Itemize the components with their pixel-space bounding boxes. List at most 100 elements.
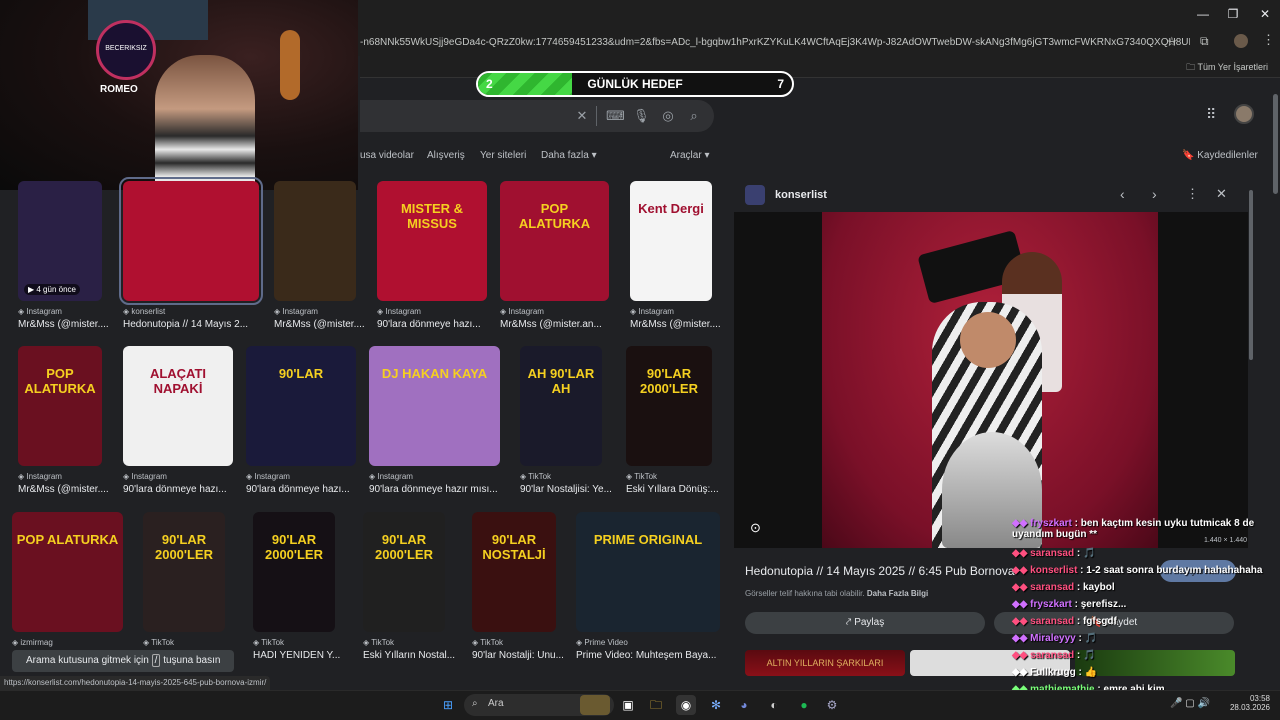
tooltip-text-pre: Arama kutusuna gitmek için [26, 655, 149, 666]
chat-message: ◆◆ saransad : 🎵 [1012, 548, 1095, 559]
tile-image-text: 90'LAR 2000'LER [264, 532, 323, 562]
spotify-icon[interactable]: ● [794, 695, 814, 715]
image-result-tile[interactable]: POP ALATURKA [12, 512, 123, 632]
chat-username[interactable]: ◆◆ fryszkart [1012, 599, 1072, 610]
mic-icon[interactable]: 🎙 [633, 108, 650, 124]
app-icon[interactable]: ✻ [706, 695, 726, 715]
lens-icon[interactable]: ◎ [660, 108, 676, 124]
image-result-tile[interactable]: POP ALATURKA [500, 181, 609, 301]
keyboard-icon[interactable]: ⌨ [606, 108, 625, 124]
maximize-icon[interactable]: ❐ [1218, 4, 1248, 24]
chat-username[interactable]: ◆◆ saransad [1012, 548, 1074, 559]
tile-title[interactable]: Mr&Mss (@mister.... [18, 484, 128, 495]
image-result-tile[interactable]: PRIME ORIGINAL [576, 512, 720, 632]
image-result-tile[interactable]: ▶ 4 gün önce [18, 181, 102, 301]
image-result-tile[interactable]: 90'LAR 2000'LER [253, 512, 335, 632]
image-result-tile[interactable]: 90'LAR 2000'LER [626, 346, 712, 466]
close-window-icon[interactable]: ✕ [1250, 4, 1280, 24]
tile-title[interactable]: Prime Video: Muhteşem Baya... [576, 650, 720, 661]
image-result-tile[interactable]: 90'LAR [246, 346, 356, 466]
image-result-tile[interactable]: DJ HAKAN KAYA [369, 346, 500, 466]
image-result-tile[interactable]: ALAÇATI NAPAKİ [123, 346, 233, 466]
tooltip-text-post: tuşuna basın [163, 655, 221, 666]
tile-title[interactable]: 90'lar Nostaljisi: Ye... [520, 484, 630, 495]
profile-avatar[interactable] [1234, 34, 1248, 48]
system-tray-icons[interactable]: 🎤 ▢ 🔊 [1170, 698, 1210, 709]
chat-username[interactable]: ◆◆ saransad [1012, 582, 1074, 593]
chat-username[interactable]: ◆◆ Fullkrugg [1012, 667, 1076, 678]
obs-icon[interactable]: ◐ [764, 695, 784, 715]
streamer-logo: BECERIKSIZ [96, 20, 156, 80]
tile-source: ◈ TikTok [626, 472, 658, 481]
tile-title[interactable]: 90'lar Nostalji: Unu... [472, 650, 582, 661]
windows-start-icon[interactable]: ⊞ [438, 695, 458, 715]
tile-title[interactable]: 90'lara dönmeye hazı... [123, 484, 233, 495]
steam-icon[interactable]: ⚙ [822, 695, 842, 715]
image-result-tile[interactable]: POP ALATURKA [18, 346, 102, 466]
minimize-icon[interactable]: — [1188, 4, 1218, 24]
preview-photo[interactable] [822, 212, 1158, 548]
page-scrollbar-thumb[interactable] [1273, 94, 1278, 194]
tile-title[interactable]: Eski Yıllara Dönüş:... [626, 484, 736, 495]
more-info-link[interactable]: Daha Fazla Bilgi [867, 589, 928, 598]
clear-icon[interactable]: ✕ [574, 108, 590, 124]
tile-title[interactable]: Hedonutopia // 14 Mayıs 2... [123, 319, 259, 330]
panel-title[interactable]: Hedonutopia // 14 Mayıs 2025 // 6:45 Pub… [745, 564, 1015, 578]
chat-username[interactable]: ◆◆ fryszkart [1012, 518, 1072, 529]
tab-shopping[interactable]: Alışveriş [427, 150, 465, 161]
chrome-icon[interactable]: ◉ [676, 695, 696, 715]
share-button[interactable]: ⤤ Paylaş [745, 612, 985, 634]
related-image[interactable]: ALTIN YILLARIN ŞARKILARI [745, 650, 905, 676]
image-result-tile[interactable] [274, 181, 356, 301]
menu-kebab-icon[interactable]: ⋮ [1262, 32, 1275, 48]
tile-title[interactable]: Mr&Mss (@mister.... [18, 319, 128, 330]
image-result-tile[interactable]: AH 90'LAR AH [520, 346, 602, 466]
lens-search-icon[interactable]: ⊙ [750, 520, 761, 536]
tile-title[interactable]: Eski Yılların Nostal... [363, 650, 473, 661]
file-explorer-icon[interactable]: 🗀 [646, 695, 666, 715]
tile-title[interactable]: 90'lara dönmeye hazı... [377, 319, 487, 330]
address-bar[interactable]: -n68NNk55WkUSjj9eGDa4c-QRzZ0kw:177465945… [360, 30, 1190, 56]
tile-title[interactable]: Mr&Mss (@mister.... [274, 319, 384, 330]
discord-icon[interactable]: ◕ [734, 695, 754, 715]
tile-title[interactable]: HADİ YENİDEN Y... [253, 650, 363, 661]
tile-title[interactable]: 90'lara dönmeye hazır mısı... [369, 484, 500, 495]
image-result-tile[interactable]: Kent Dergi [630, 181, 712, 301]
all-bookmarks-link[interactable]: 🗀 Tüm Yer İşaretleri [1186, 60, 1268, 76]
chat-username[interactable]: ◆◆ saransad [1012, 650, 1074, 661]
chat-username[interactable]: ◆◆ konserlist [1012, 565, 1077, 576]
taskbar-search-icon: ⌕ [472, 698, 478, 709]
tile-title[interactable]: Mr&Mss (@mister.an... [500, 319, 610, 330]
tools-button[interactable]: Araçlar ▾ [670, 150, 709, 161]
prev-icon[interactable]: ‹ [1120, 186, 1125, 202]
extensions-icon[interactable]: ⧉ [1200, 34, 1209, 49]
clock[interactable]: 03:58 28.03.2026 [1228, 694, 1270, 712]
panel-scrollbar[interactable] [1249, 190, 1253, 360]
tile-image-text: Kent Dergi [638, 201, 704, 216]
related-image-3[interactable] [1075, 650, 1235, 676]
source-favicon [745, 185, 765, 205]
tab-places[interactable]: Yer siteleri [480, 150, 526, 161]
image-result-tile[interactable]: 90'LAR NOSTALJİ [472, 512, 556, 632]
tab-videos[interactable]: usa videolar [360, 150, 414, 161]
more-options-icon[interactable]: ⋮ [1186, 186, 1199, 202]
tile-title[interactable]: 90'lara dönmeye hazı... [246, 484, 356, 495]
tab-more[interactable]: Daha fazla ▾ [541, 150, 597, 161]
chat-username[interactable]: ◆◆ Miraleyyy [1012, 633, 1076, 644]
close-panel-icon[interactable]: ✕ [1216, 186, 1227, 202]
saved-link[interactable]: 🔖 Kaydedilenler [1182, 150, 1258, 161]
task-view-icon[interactable]: ▣ [618, 695, 638, 715]
bookmark-star-icon[interactable]: ☆ [1166, 34, 1178, 50]
image-result-tile[interactable]: MISTER & MISSUS [377, 181, 487, 301]
chat-username[interactable]: ◆◆ saransad [1012, 616, 1074, 627]
panel-source[interactable]: konserlist [775, 189, 827, 201]
search-highlight-icon[interactable] [580, 695, 610, 715]
search-icon[interactable]: ⌕ [686, 108, 702, 124]
image-result-tile[interactable]: 90'LAR 2000'LER [143, 512, 225, 632]
apps-grid-icon[interactable]: ⠿ [1206, 106, 1216, 123]
next-icon[interactable]: › [1152, 186, 1157, 202]
tile-title[interactable]: Mr&Mss (@mister.... [630, 319, 740, 330]
image-result-tile[interactable] [119, 177, 263, 305]
image-result-tile[interactable]: 90'LAR 2000'LER [363, 512, 445, 632]
google-account-avatar[interactable] [1234, 104, 1254, 124]
